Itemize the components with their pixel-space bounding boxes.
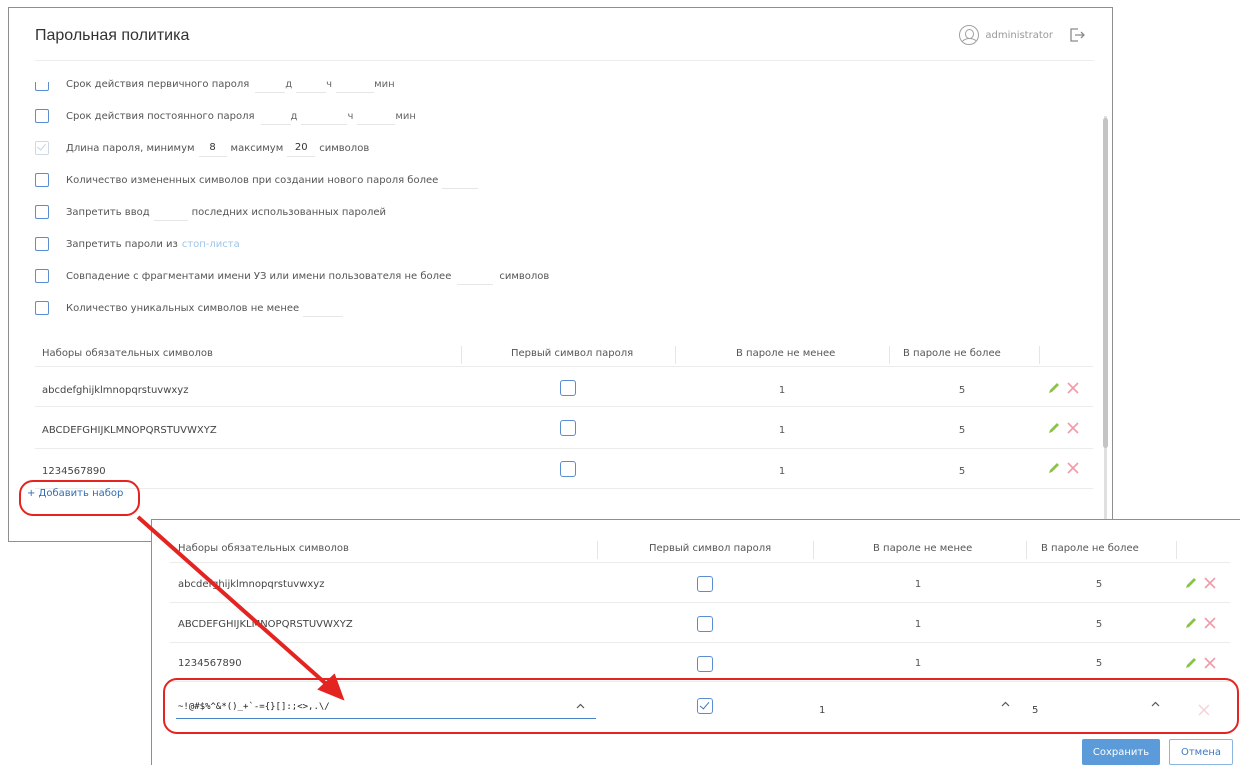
red-arrow <box>136 515 345 701</box>
save-button[interactable]: Сохранить <box>1082 739 1160 765</box>
cancel-button[interactable]: Отмена <box>1169 739 1233 765</box>
